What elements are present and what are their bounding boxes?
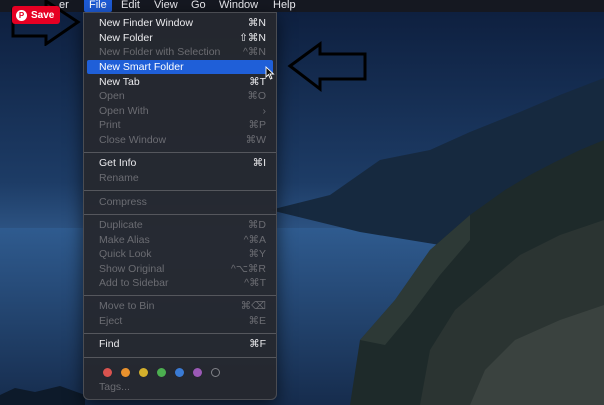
menu-item-new-folder-with-selection: New Folder with Selection ^⌘N xyxy=(99,46,266,58)
menu-separator xyxy=(84,152,276,153)
menu-item-show-original: Show Original ^⌥⌘R xyxy=(99,263,266,275)
pinterest-icon: P xyxy=(16,9,27,21)
menu-item-tags[interactable]: Tags... xyxy=(87,380,273,394)
menu-item-compress: Compress xyxy=(99,196,147,208)
mouse-cursor-icon xyxy=(265,66,275,80)
menu-item-new-tab[interactable]: New Tab ⌘T xyxy=(87,75,273,89)
menu-separator xyxy=(84,357,276,358)
menu-item-rename: Rename xyxy=(99,172,139,184)
tag-yellow-icon[interactable] xyxy=(139,368,148,377)
menu-item-move-to-bin: Move to Bin ⌘⌫ xyxy=(99,300,266,312)
menu-window[interactable]: Window xyxy=(214,0,263,12)
menu-item-close-window: Close Window ⌘W xyxy=(99,134,266,146)
menu-item-get-info[interactable]: Get Info ⌘I xyxy=(87,156,273,170)
menu-file[interactable]: File xyxy=(84,0,112,12)
menu-view[interactable]: View xyxy=(149,0,183,12)
menu-go[interactable]: Go xyxy=(186,0,211,12)
menu-item-open-with: Open With › xyxy=(99,105,266,117)
tag-orange-icon[interactable] xyxy=(121,368,130,377)
menu-edit[interactable]: Edit xyxy=(116,0,145,12)
menu-item-new-folder[interactable]: New Folder ⇧⌘N xyxy=(87,31,273,45)
file-menu-dropdown: New Finder Window ⌘N New Folder ⇧⌘N New … xyxy=(83,12,277,400)
menu-item-new-smart-folder[interactable]: New Smart Folder xyxy=(87,60,273,74)
pinterest-save-label: Save xyxy=(31,9,55,21)
menu-item-eject: Eject ⌘E xyxy=(99,315,266,327)
menu-item-duplicate: Duplicate ⌘D xyxy=(99,219,266,231)
menu-item-find[interactable]: Find ⌘F xyxy=(87,337,273,351)
menu-separator xyxy=(84,190,276,191)
menu-item-make-alias: Make Alias ^⌘A xyxy=(99,234,266,246)
tag-green-icon[interactable] xyxy=(157,368,166,377)
tag-blue-icon[interactable] xyxy=(175,368,184,377)
tag-gray-icon[interactable] xyxy=(211,368,220,377)
tag-purple-icon[interactable] xyxy=(193,368,202,377)
menu-item-open: Open ⌘O xyxy=(99,90,266,102)
menu-bar: er File Edit View Go Window Help xyxy=(0,0,604,12)
menu-separator xyxy=(84,214,276,215)
annotation-arrow-left-icon xyxy=(287,41,367,93)
menu-item-new-finder-window[interactable]: New Finder Window ⌘N xyxy=(87,16,273,30)
pinterest-save-button[interactable]: P Save xyxy=(12,6,60,24)
menu-item-print: Print ⌘P xyxy=(99,119,266,131)
menu-separator xyxy=(84,333,276,334)
menu-help[interactable]: Help xyxy=(268,0,301,12)
menu-item-add-to-sidebar: Add to Sidebar ^⌘T xyxy=(99,277,266,289)
menu-item-quick-look: Quick Look ⌘Y xyxy=(99,248,266,260)
menu-separator xyxy=(84,295,276,296)
desktop: er File Edit View Go Window Help P Save … xyxy=(0,0,604,405)
tag-red-icon[interactable] xyxy=(103,368,112,377)
